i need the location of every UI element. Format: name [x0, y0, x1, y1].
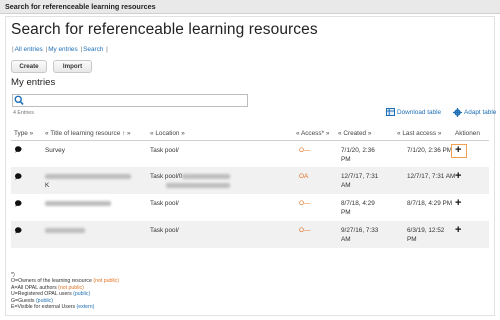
- entry-location: Task pool/: [150, 200, 179, 207]
- section-title: My entries: [11, 77, 56, 88]
- search-link[interactable]: Search: [83, 46, 103, 53]
- entry-access: O—: [299, 147, 311, 154]
- entry-access: O—: [299, 200, 311, 207]
- entry-access: O—: [299, 227, 311, 234]
- add-entry-button[interactable]: +: [455, 198, 461, 209]
- entry-last-access: 7/1/20, 2:36 PM: [407, 147, 453, 154]
- access-legend: *) O=Owners of the learning resource (no…: [11, 272, 120, 311]
- questionnaire-icon: [15, 173, 22, 180]
- search-input[interactable]: [12, 94, 248, 107]
- entry-title[interactable]: [45, 199, 111, 208]
- download-table-button[interactable]: Download table: [386, 108, 441, 116]
- window-titlebar: Search for referenceable learning resour…: [0, 0, 500, 14]
- entry-title[interactable]: Survey: [45, 146, 65, 155]
- entry-created: 12/7/17, 7:31 AM: [341, 173, 379, 189]
- col-access-header[interactable]: « Access* »: [296, 127, 329, 140]
- entry-location: Task pool/0: [150, 172, 231, 190]
- entry-created: 8/7/18, 4:29 PM: [341, 200, 375, 216]
- entry-access: OA: [299, 173, 309, 180]
- questionnaire-icon: [15, 200, 22, 207]
- col-title-header[interactable]: « Title of learning resource ↑ »: [45, 127, 131, 140]
- col-type-header[interactable]: Type »: [14, 127, 33, 140]
- import-button[interactable]: Import: [53, 60, 92, 73]
- col-last-access-header[interactable]: « Last access »: [397, 127, 441, 140]
- col-location-header[interactable]: « Location »: [150, 127, 185, 140]
- entry-filter-nav: |All entries |My entries |Search |: [12, 46, 108, 53]
- col-actions-header: Aktionen: [455, 130, 480, 137]
- gear-icon: [453, 108, 462, 117]
- my-entries-link[interactable]: My entries: [48, 46, 77, 53]
- adapt-table-label: Adapt table: [464, 109, 497, 116]
- entry-created: 7/1/20, 2:36 PM: [341, 147, 375, 163]
- entry-last-access: 6/3/19, 12:52 PM: [407, 227, 445, 243]
- entry-title[interactable]: K: [45, 172, 131, 190]
- download-table-label: Download table: [397, 108, 442, 116]
- page-title: Search for referenceable learning resour…: [11, 21, 318, 38]
- entry-location: Task pool/: [150, 147, 179, 154]
- entry-created: 9/27/16, 7:33 AM: [341, 227, 379, 243]
- entry-last-access: 8/7/18, 4:29 PM: [407, 200, 453, 207]
- create-button[interactable]: Create: [11, 60, 47, 73]
- col-created-header[interactable]: « Created »: [338, 127, 371, 140]
- table-row[interactable]: Survey Task pool/ O— 7/1/20, 2:36 PM 7/1/…: [11, 141, 489, 167]
- add-entry-button[interactable]: +: [455, 171, 461, 182]
- questionnaire-icon: [15, 227, 22, 234]
- table-row[interactable]: K Task pool/0 OA 12/7/17, 7:31 AM 12/7/17…: [11, 167, 489, 194]
- all-entries-link[interactable]: All entries: [15, 46, 43, 53]
- table-row[interactable]: Task pool/ O— 8/7/18, 4:29 PM 8/7/18, 4:2…: [11, 194, 489, 221]
- window-title: Search for referenceable learning resour…: [5, 2, 156, 11]
- adapt-table-button[interactable]: Adapt table: [453, 108, 496, 117]
- questionnaire-icon: [15, 146, 22, 153]
- entry-last-access: 12/7/17, 7:31 AM: [407, 173, 456, 180]
- add-entry-button[interactable]: +: [455, 225, 461, 236]
- search-icon: [14, 95, 24, 105]
- entry-location: Task pool/: [150, 227, 179, 234]
- add-entry-button[interactable]: +: [455, 145, 461, 156]
- table-row[interactable]: Task pool/ O— 9/27/16, 7:33 AM 6/3/19, 12…: [11, 221, 489, 248]
- entries-count: 4 Entries: [13, 110, 34, 116]
- entry-title[interactable]: [45, 226, 85, 235]
- download-icon: [386, 108, 395, 116]
